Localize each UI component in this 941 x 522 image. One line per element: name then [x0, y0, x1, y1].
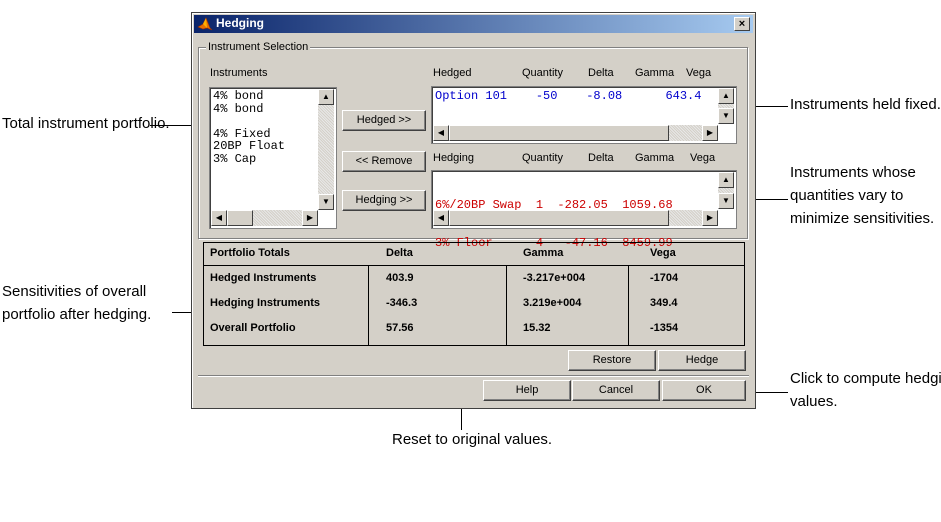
hedging-col-quantity: Quantity	[522, 152, 563, 164]
table-divider	[506, 265, 507, 345]
callout-vary-3: minimize sensitivities.	[790, 210, 935, 227]
scroll-left-icon[interactable]: ◀	[433, 210, 449, 226]
portfolio-totals-table: Portfolio Totals Delta Gamma Vega Hedged…	[203, 242, 745, 346]
callout-sens-1: Sensitivities of overall	[2, 283, 147, 300]
scroll-left-icon[interactable]: ◀	[211, 210, 227, 226]
instruments-hscroll[interactable]: ◀ ▶	[211, 210, 318, 226]
callout-sens-2: portfolio after hedging.	[2, 306, 152, 323]
scroll-down-icon[interactable]: ▼	[718, 108, 734, 124]
table-row-label: Hedged Instruments	[210, 272, 317, 284]
hedged-row[interactable]: Option 101 -50 -8.08 643.4	[435, 90, 701, 103]
restore-button[interactable]: Restore	[568, 350, 656, 371]
table-divider	[628, 265, 629, 345]
list-item[interactable]: 4% bond	[213, 102, 285, 116]
matlab-logo-icon	[197, 17, 213, 31]
totals-header-label: Portfolio Totals	[210, 247, 290, 259]
callout-compute-2: values.	[790, 393, 838, 410]
hedged-col-gamma: Gamma	[635, 67, 675, 79]
table-divider	[204, 265, 744, 266]
list-item[interactable]: 20BP Float	[213, 140, 285, 153]
list-item[interactable]: 4% bond	[213, 90, 285, 103]
hedging-dialog: Hedging × Instrument Selection Instrumen…	[191, 12, 756, 409]
remove-button[interactable]: << Remove	[342, 151, 426, 172]
scroll-left-icon[interactable]: ◀	[433, 125, 449, 141]
scroll-down-icon[interactable]: ▼	[318, 194, 334, 210]
instruments-vscroll[interactable]: ▲ ▼	[318, 89, 334, 210]
title-bar[interactable]: Hedging ×	[194, 15, 753, 33]
callout-total-portfolio: Total instrument portfolio.	[2, 115, 170, 132]
instruments-listbox[interactable]: 4% bond 4% bond 4% Fixed 20BP Float 3% C…	[209, 87, 337, 229]
callout-reset: Reset to original values.	[392, 431, 553, 448]
table-cell-gamma: 3.219e+004	[523, 297, 582, 309]
hedging-add-button[interactable]: Hedging >>	[342, 190, 426, 211]
hedge-button[interactable]: Hedge	[658, 350, 746, 371]
scroll-right-icon[interactable]: ▶	[302, 210, 318, 226]
table-cell-vega: 349.4	[650, 297, 678, 309]
table-divider	[368, 265, 369, 345]
instrument-selection-label: Instrument Selection	[206, 41, 311, 53]
help-button[interactable]: Help	[483, 380, 571, 401]
hedging-col-vega: Vega	[690, 152, 716, 164]
hedged-col-quantity: Quantity	[522, 67, 563, 79]
totals-header-delta: Delta	[386, 247, 413, 259]
callout-vary-1: Instruments whose	[790, 164, 916, 181]
hedged-vscroll[interactable]: ▲ ▼	[718, 88, 734, 124]
hedging-listbox[interactable]: 6%/20BP Swap 1 -282.05 1059.68 3% Floor …	[431, 170, 737, 249]
table-row-label: Hedging Instruments	[210, 297, 321, 309]
table-cell-gamma: 15.32	[523, 322, 551, 334]
scroll-thumb[interactable]	[449, 125, 669, 141]
table-cell-delta: -346.3	[386, 297, 418, 309]
hedging-vscroll[interactable]: ▲ ▼	[718, 172, 734, 209]
hedged-listbox[interactable]: Option 101 -50 -8.08 643.4 ▲ ▼ ◀ ▶	[431, 86, 737, 144]
list-item[interactable]	[213, 115, 285, 128]
dialog-title: Hedging	[216, 16, 264, 30]
totals-header-gamma: Gamma	[523, 247, 564, 259]
separator	[198, 375, 749, 377]
hedging-col-delta: Delta	[588, 152, 614, 164]
scroll-up-icon[interactable]: ▲	[318, 89, 334, 105]
close-button[interactable]: ×	[734, 17, 750, 31]
table-cell-vega: -1704	[650, 272, 679, 284]
instruments-list: 4% bond 4% bond 4% Fixed 20BP Float 3% C…	[213, 90, 285, 165]
list-item[interactable]: 3% Cap	[213, 152, 285, 166]
scroll-up-icon[interactable]: ▲	[718, 172, 734, 188]
hedged-add-button[interactable]: Hedged >>	[342, 110, 426, 131]
table-cell-gamma: -3.217e+004	[523, 272, 586, 284]
callout-compute-1: Click to compute hedging	[790, 370, 941, 387]
table-cell-vega: -1354	[650, 322, 679, 334]
hedged-col-delta: Delta	[588, 67, 614, 79]
scroll-right-icon[interactable]: ▶	[702, 125, 718, 141]
callout-vary-2: quantities vary to	[790, 187, 904, 204]
hedging-hscroll[interactable]: ◀ ▶	[433, 210, 718, 226]
instruments-header: Instruments	[210, 67, 268, 79]
table-cell-delta: 403.9	[386, 272, 414, 284]
ok-button[interactable]: OK	[662, 380, 746, 401]
scroll-up-icon[interactable]: ▲	[718, 88, 734, 104]
scroll-down-icon[interactable]: ▼	[718, 193, 734, 209]
hedged-col-name: Hedged	[433, 67, 472, 79]
totals-header-vega: Vega	[650, 247, 676, 259]
scroll-thumb[interactable]	[449, 210, 669, 226]
hedged-col-vega: Vega	[686, 67, 712, 79]
cancel-button[interactable]: Cancel	[572, 380, 660, 401]
table-row-label: Overall Portfolio	[210, 322, 296, 334]
hedged-hscroll[interactable]: ◀ ▶	[433, 125, 718, 141]
hedging-col-name: Hedging	[433, 152, 474, 164]
scroll-right-icon[interactable]: ▶	[702, 210, 718, 226]
scroll-thumb[interactable]	[227, 210, 253, 226]
hedging-col-gamma: Gamma	[635, 152, 675, 164]
callout-held-fixed: Instruments held fixed.	[790, 96, 941, 113]
table-cell-delta: 57.56	[386, 322, 414, 334]
